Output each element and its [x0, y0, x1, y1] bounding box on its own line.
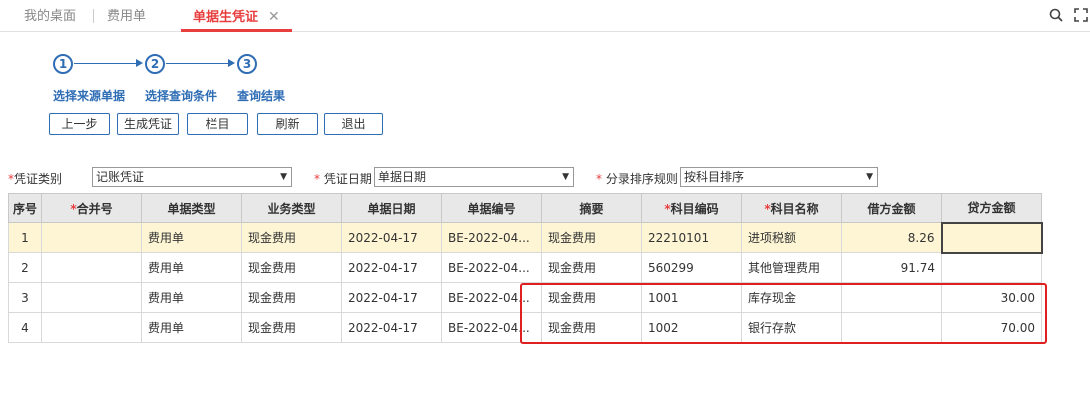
cell-doc-type: 费用单: [141, 282, 242, 313]
cell-acct-name[interactable]: 银行存款: [741, 312, 842, 343]
search-icon[interactable]: [1049, 8, 1063, 22]
cell-acct-code[interactable]: 1001: [641, 282, 742, 313]
fullscreen-icon[interactable]: [1074, 8, 1088, 22]
grid-header-row: 序号 *合并号 单据类型 业务类型 单据日期 单据编号 摘要 *科目编码 *科目…: [8, 193, 1042, 223]
cell-merge[interactable]: [41, 252, 142, 283]
voucher-date-label: * 凭证日期: [314, 172, 372, 186]
voucher-type-label: *凭证类别: [8, 172, 63, 186]
tab-bill-to-voucher[interactable]: 单据生凭证 ✕: [181, 0, 292, 32]
cell-doc-no: BE-2022-04...: [441, 312, 542, 343]
step-arrow: [136, 59, 143, 67]
cell-biz-type: 现金费用: [241, 222, 342, 253]
step-3-circle: 3: [237, 54, 257, 74]
cell-summary[interactable]: 现金费用: [541, 282, 642, 313]
header-biz-type[interactable]: 业务类型: [241, 193, 342, 223]
cell-seq: 3: [8, 282, 42, 313]
cell-doc-date: 2022-04-17: [341, 252, 442, 283]
step-arrow: [228, 59, 235, 67]
table-row[interactable]: 2 费用单 现金费用 2022-04-17 BE-2022-04... 现金费用…: [8, 252, 1042, 283]
cell-doc-no: BE-2022-04...: [441, 282, 542, 313]
cell-debit[interactable]: 8.26: [841, 222, 942, 253]
header-summary[interactable]: 摘要: [541, 193, 642, 223]
close-icon[interactable]: ✕: [268, 9, 280, 25]
cell-doc-date: 2022-04-17: [341, 312, 442, 343]
sort-rule-label: * 分录排序规则: [596, 172, 678, 186]
tab-divider: [93, 9, 94, 23]
cell-summary[interactable]: 现金费用: [541, 222, 642, 253]
step-1-circle: 1: [53, 54, 73, 74]
tab-expense-bill[interactable]: 费用单: [107, 0, 146, 31]
generate-voucher-button[interactable]: 生成凭证: [117, 113, 179, 135]
voucher-type-select[interactable]: 记账凭证 ▼: [92, 167, 292, 187]
cell-biz-type: 现金费用: [241, 282, 342, 313]
cell-doc-date: 2022-04-17: [341, 222, 442, 253]
cell-doc-no: BE-2022-04...: [441, 222, 542, 253]
header-acct-name[interactable]: *科目名称: [741, 193, 842, 223]
cell-acct-name[interactable]: 其他管理费用: [741, 252, 842, 283]
chevron-down-icon: ▼: [562, 172, 569, 182]
cell-summary[interactable]: 现金费用: [541, 252, 642, 283]
table-row[interactable]: 1 费用单 现金费用 2022-04-17 BE-2022-04... 现金费用…: [8, 221, 1043, 254]
step-connector: [74, 63, 136, 64]
refresh-button[interactable]: 刷新: [257, 113, 318, 135]
header-doc-type[interactable]: 单据类型: [141, 193, 242, 223]
voucher-date-select[interactable]: 单据日期 ▼: [374, 167, 574, 187]
prev-step-button[interactable]: 上一步: [49, 113, 110, 135]
tab-my-desktop[interactable]: 我的桌面: [24, 0, 76, 31]
cell-acct-code[interactable]: 22210101: [641, 222, 742, 253]
header-merge[interactable]: *合并号: [41, 193, 142, 223]
step-1-label[interactable]: 选择来源单据: [53, 87, 125, 104]
cell-acct-name[interactable]: 库存现金: [741, 282, 842, 313]
table-row[interactable]: 3 费用单 现金费用 2022-04-17 BE-2022-04... 现金费用…: [8, 282, 1042, 313]
cell-merge[interactable]: [41, 222, 142, 253]
header-doc-date[interactable]: 单据日期: [341, 193, 442, 223]
voucher-grid: 序号 *合并号 单据类型 业务类型 单据日期 单据编号 摘要 *科目编码 *科目…: [8, 193, 1043, 343]
chevron-down-icon: ▼: [866, 172, 873, 182]
header-acct-code[interactable]: *科目编码: [641, 193, 742, 223]
sort-rule-select[interactable]: 按科目排序 ▼: [680, 167, 878, 187]
exit-button[interactable]: 退出: [324, 113, 383, 135]
cell-biz-type: 现金费用: [241, 312, 342, 343]
header-credit[interactable]: 贷方金额: [941, 193, 1042, 223]
cell-doc-no: BE-2022-04...: [441, 252, 542, 283]
header-seq[interactable]: 序号: [8, 193, 42, 223]
cell-debit[interactable]: [841, 282, 942, 313]
cell-acct-code[interactable]: 560299: [641, 252, 742, 283]
columns-button[interactable]: 栏目: [187, 113, 248, 135]
tab-label: 单据生凭证: [193, 10, 259, 25]
header-debit[interactable]: 借方金额: [841, 193, 942, 223]
cell-acct-code[interactable]: 1002: [641, 312, 742, 343]
cell-credit[interactable]: [940, 221, 1043, 254]
header-doc-no[interactable]: 单据编号: [441, 193, 542, 223]
cell-acct-name[interactable]: 进项税额: [741, 222, 842, 253]
chevron-down-icon: ▼: [280, 172, 287, 182]
cell-credit[interactable]: 70.00: [941, 312, 1042, 343]
cell-doc-type: 费用单: [141, 252, 242, 283]
step-connector: [166, 63, 228, 64]
cell-seq: 2: [8, 252, 42, 283]
cell-biz-type: 现金费用: [241, 252, 342, 283]
cell-credit[interactable]: [941, 252, 1042, 283]
step-2-circle: 2: [145, 54, 165, 74]
cell-credit[interactable]: 30.00: [941, 282, 1042, 313]
cell-doc-type: 费用单: [141, 312, 242, 343]
tab-bar: 我的桌面 费用单 单据生凭证 ✕: [0, 0, 1090, 32]
cell-debit[interactable]: 91.74: [841, 252, 942, 283]
cell-merge[interactable]: [41, 282, 142, 313]
cell-seq: 1: [8, 222, 42, 253]
cell-doc-type: 费用单: [141, 222, 242, 253]
cell-doc-date: 2022-04-17: [341, 282, 442, 313]
cell-debit[interactable]: [841, 312, 942, 343]
cell-seq: 4: [8, 312, 42, 343]
step-3-label[interactable]: 查询结果: [237, 87, 285, 104]
cell-merge[interactable]: [41, 312, 142, 343]
step-2-label[interactable]: 选择查询条件: [145, 87, 217, 104]
cell-summary[interactable]: 现金费用: [541, 312, 642, 343]
table-row[interactable]: 4 费用单 现金费用 2022-04-17 BE-2022-04... 现金费用…: [8, 312, 1042, 343]
